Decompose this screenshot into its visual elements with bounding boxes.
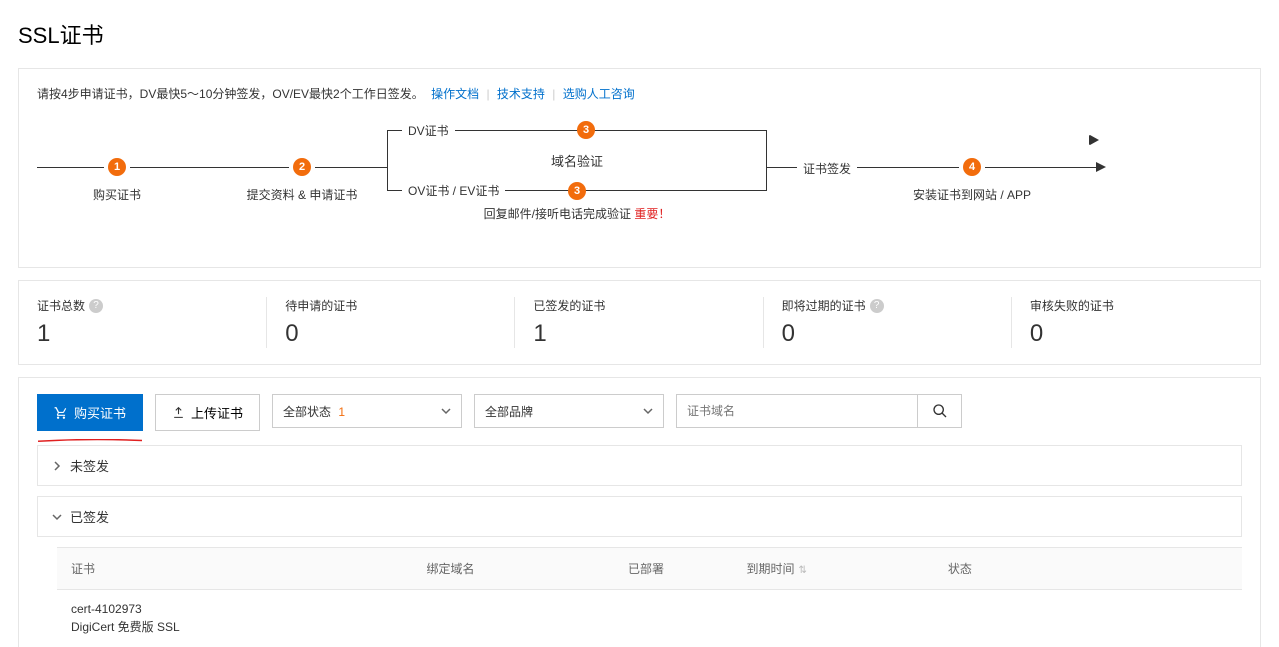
dv-label: DV证书	[402, 122, 455, 139]
stat-total[interactable]: 证书总数? 1	[19, 281, 267, 364]
chevron-down-icon	[52, 512, 62, 522]
step-4-label: 安装证书到网站 / APP	[887, 186, 1057, 203]
step-badge-3-top: 3	[577, 121, 595, 139]
cert-list-panel: 购买证书 上传证书 全部状态 1 全部品牌	[18, 377, 1261, 647]
search-wrap	[676, 394, 962, 428]
cart-icon	[54, 406, 68, 420]
step-2-label: 提交资料 & 申请证书	[227, 186, 377, 203]
group-signed[interactable]: 已签发	[37, 496, 1242, 537]
issue-label: 证书签发	[797, 160, 857, 177]
col-status: 状态	[934, 548, 1135, 590]
info-line: 请按4步申请证书，DV最快5～10分钟签发，OV/EV最快2个工作日签发。 操作…	[37, 85, 1242, 102]
col-expiry[interactable]: 到期时间⇅	[732, 548, 933, 590]
stat-issued[interactable]: 已签发的证书 1	[515, 281, 763, 364]
help-icon[interactable]: ?	[870, 299, 884, 313]
stat-failed[interactable]: 审核失败的证书 0	[1012, 281, 1260, 364]
important-label: 重要！	[634, 207, 670, 221]
stat-pending[interactable]: 待申请的证书 0	[267, 281, 515, 364]
step-badge-2: 2	[293, 158, 311, 176]
chevron-right-icon	[52, 461, 62, 471]
step-1-label: 购买证书	[67, 186, 167, 203]
col-deployed: 已部署	[614, 548, 733, 590]
verify-title: 域名验证	[551, 154, 603, 169]
divider: |	[486, 87, 489, 101]
step-badge-3-bot: 3	[568, 182, 586, 200]
status-filter[interactable]: 全部状态 1	[272, 394, 462, 428]
help-icon[interactable]: ?	[89, 299, 103, 313]
status-count: 1	[338, 405, 345, 419]
cell-domain	[413, 590, 614, 647]
chevron-down-icon	[441, 406, 451, 416]
page-title: SSL证书	[18, 18, 1261, 50]
verify-bottom-text: 回复邮件/接听电话完成验证 重要！	[484, 205, 671, 222]
stat-value: 1	[533, 320, 745, 348]
brand-filter[interactable]: 全部品牌	[474, 394, 664, 428]
table-row[interactable]: cert-4102973 DigiCert 免费版 SSL	[57, 590, 1242, 647]
stat-value: 0	[782, 320, 994, 348]
stats-row: 证书总数? 1 待申请的证书 0 已签发的证书 1 即将过期的证书? 0 审核失…	[18, 280, 1261, 365]
highlight-underline	[38, 430, 142, 433]
stat-value: 0	[285, 320, 497, 348]
upload-icon	[172, 406, 185, 419]
upload-cert-button[interactable]: 上传证书	[155, 394, 260, 431]
guide-panel: 请按4步申请证书，DV最快5～10分钟签发，OV/EV最快2个工作日签发。 操作…	[18, 68, 1261, 268]
search-icon	[932, 403, 948, 419]
search-button[interactable]	[917, 395, 961, 427]
toolbar: 购买证书 上传证书 全部状态 1 全部品牌	[37, 394, 1242, 431]
sort-icon: ⇅	[798, 565, 806, 576]
divider: |	[552, 87, 555, 101]
stat-expiring[interactable]: 即将过期的证书? 0	[764, 281, 1012, 364]
info-text: 请按4步申请证书，DV最快5～10分钟签发，OV/EV最快2个工作日签发。	[37, 87, 424, 101]
domain-search-input[interactable]	[677, 395, 917, 427]
step-badge-4: 4	[963, 158, 981, 176]
cell-deployed	[614, 590, 733, 647]
ov-label: OV证书 / EV证书	[402, 182, 505, 199]
stat-value: 0	[1030, 320, 1242, 348]
link-doc[interactable]: 操作文档	[431, 87, 479, 101]
cert-id: cert-4102973	[71, 602, 399, 616]
stat-value: 1	[37, 320, 249, 348]
col-domain: 绑定域名	[413, 548, 614, 590]
verify-box: DV证书 3 域名验证 OV证书 / EV证书 3 回复邮件/接听电话完成验证 …	[387, 130, 767, 191]
link-consult[interactable]: 选购人工咨询	[563, 87, 635, 101]
process-flow: 1 购买证书 2 提交资料 & 申请证书 DV证书 3	[37, 130, 1242, 203]
col-cert: 证书	[57, 548, 413, 590]
cell-expiry	[732, 590, 933, 647]
cell-status	[934, 590, 1135, 647]
step-badge-1: 1	[108, 158, 126, 176]
chevron-down-icon	[643, 406, 653, 416]
buy-cert-button[interactable]: 购买证书	[37, 394, 143, 431]
cert-table: 证书 绑定域名 已部署 到期时间⇅ 状态 cert-4102973 DigiCe…	[57, 547, 1242, 647]
link-support[interactable]: 技术支持	[497, 87, 545, 101]
group-unsigned[interactable]: 未签发	[37, 445, 1242, 486]
